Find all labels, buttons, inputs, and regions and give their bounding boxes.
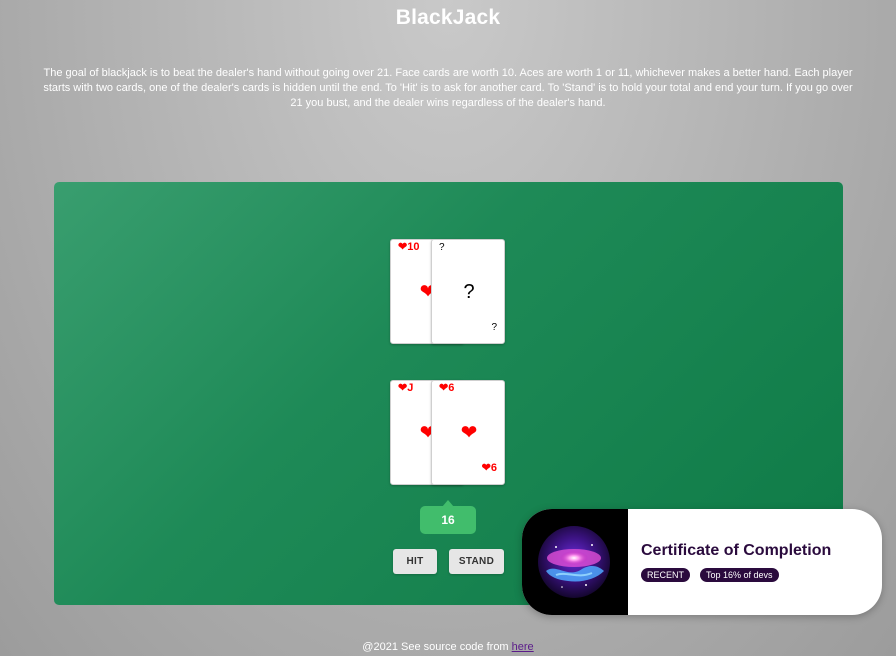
source-code-link[interactable]: here	[512, 641, 534, 653]
player-card-1-corner: ❤J	[398, 382, 414, 394]
player-card-2-corner-bottom: ❤6	[481, 462, 497, 474]
player-score-badge: 16	[420, 500, 476, 534]
certificate-card[interactable]: Certificate of Completion RECENT Top 16%…	[522, 509, 882, 615]
footer: @2021 See source code from here	[0, 641, 896, 653]
player-card-2-corner-top: ❤6	[439, 382, 455, 394]
hidden-card-corner-bottom: ?	[491, 322, 497, 333]
recent-badge: RECENT	[641, 568, 691, 582]
hit-button[interactable]: HIT	[393, 549, 437, 574]
page-title: BlackJack	[395, 6, 501, 29]
rules-text: The goal of blackjack is to beat the dea…	[43, 67, 853, 109]
certificate-title: Certificate of Completion	[641, 542, 832, 559]
certificate-image	[522, 509, 628, 615]
hidden-card-corner-top: ?	[439, 242, 445, 253]
stand-button[interactable]: STAND	[449, 549, 504, 574]
player-card-2: ❤6 ❤ ❤6	[431, 380, 505, 485]
heart-icon: ❤	[460, 422, 478, 444]
dealer-card-1-corner: ❤10	[398, 241, 420, 253]
footer-text: @2021 See source code from	[362, 641, 512, 653]
player-score: 16	[420, 506, 476, 534]
top-devs-badge: Top 16% of devs	[700, 568, 779, 582]
dealer-hidden-card: ? ? ?	[431, 239, 505, 344]
hidden-card-center: ?	[463, 281, 475, 303]
galaxy-icon	[538, 526, 610, 598]
